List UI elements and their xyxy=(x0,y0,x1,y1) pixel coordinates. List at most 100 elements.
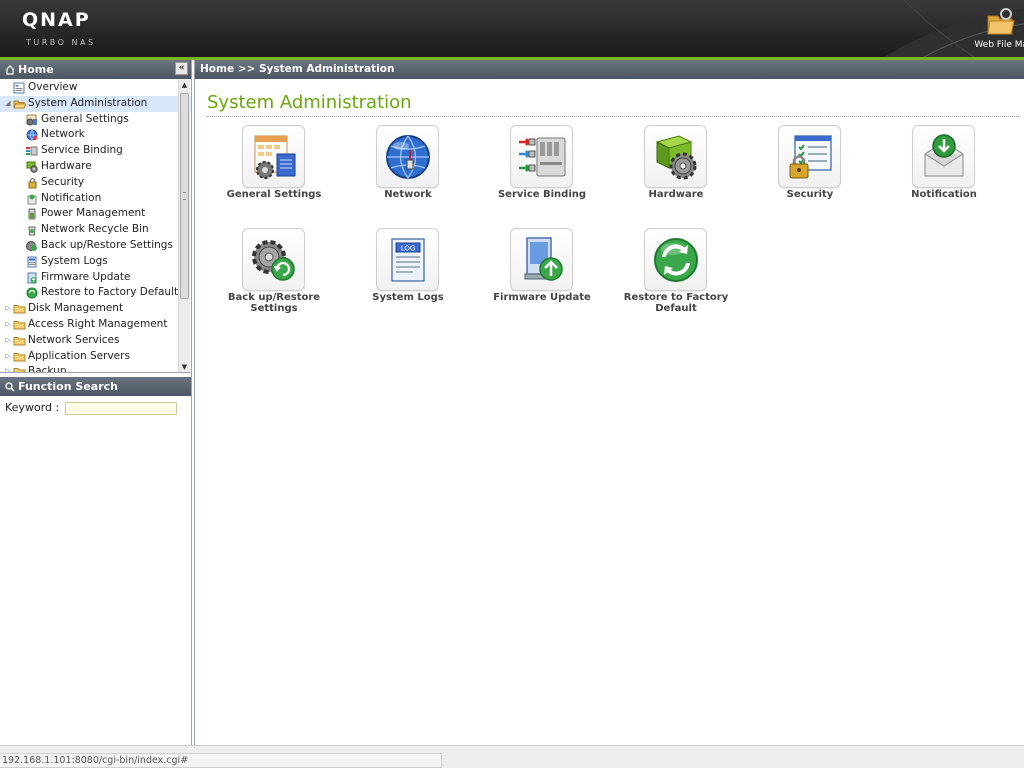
notification-icon xyxy=(26,193,38,205)
page-title: System Administration xyxy=(207,92,412,113)
tile-label: System Logs xyxy=(372,292,444,303)
main-content: Home >> System Administration System Adm… xyxy=(194,60,1024,745)
tree-item-label: Restore to Factory Default xyxy=(41,286,179,299)
search-icon xyxy=(5,379,15,398)
hardware-icon xyxy=(26,161,38,173)
tile-label: Security xyxy=(786,189,834,200)
navigation-tree: Overview ◢ System Administration General… xyxy=(0,79,191,372)
tree-item-system-logs[interactable]: System Logs xyxy=(0,254,191,270)
tile-system-logs[interactable]: LOG System Logs xyxy=(341,226,475,322)
tree-item-label: System Administration xyxy=(28,96,148,109)
function-search-title: Function Search xyxy=(18,380,118,393)
collapse-sidebar-button[interactable]: « xyxy=(175,62,188,75)
service-binding-icon xyxy=(510,125,573,188)
collapsed-arrow-icon[interactable]: ▷ xyxy=(4,317,12,333)
tile-general-settings[interactable]: General Settings xyxy=(207,123,341,219)
tree-item-label: Overview xyxy=(28,81,78,93)
hardware-gear-icon xyxy=(644,125,707,188)
restore-factory-icon xyxy=(644,228,707,291)
tree-item-label: Security xyxy=(41,175,85,188)
tree-item-label: General Settings xyxy=(41,112,129,125)
folder-open-icon xyxy=(13,98,27,110)
tile-hardware[interactable]: Hardware xyxy=(609,123,743,219)
keyword-label: Keyword : xyxy=(5,401,60,414)
folder-icon xyxy=(13,351,26,363)
tree-scrollbar[interactable]: ▲ ▼ xyxy=(178,79,190,372)
tile-notification[interactable]: Notification xyxy=(877,123,1011,219)
tree-item-firmware-update[interactable]: Firmware Update xyxy=(0,270,191,286)
tree-item-network[interactable]: Network xyxy=(0,127,191,143)
tree-item-label: Disk Management xyxy=(28,302,124,315)
tree-item-network-recycle-bin[interactable]: Network Recycle Bin xyxy=(0,222,191,238)
tree-item-security[interactable]: Security xyxy=(0,175,191,191)
collapsed-arrow-icon[interactable]: ▷ xyxy=(4,301,12,317)
tree-item-general-settings[interactable]: General Settings xyxy=(0,112,191,128)
tree-item-power-management[interactable]: Power Management xyxy=(0,206,191,222)
tree-item-label: Application Servers xyxy=(28,349,130,362)
web-file-manager-label: Web File Ma xyxy=(974,40,1024,50)
svg-text:LOG: LOG xyxy=(401,245,416,253)
home-panel-header: Home « xyxy=(0,60,191,79)
expand-arrow-icon[interactable]: ◢ xyxy=(4,96,12,112)
tree-item-label: Power Management xyxy=(41,207,146,220)
notification-mail-icon xyxy=(912,125,975,188)
tree-item-label: Access Right Management xyxy=(28,317,168,330)
tree-item-system-administration[interactable]: ◢ System Administration xyxy=(0,95,191,112)
collapsed-arrow-icon[interactable]: ▷ xyxy=(4,333,12,349)
scrollbar-thumb[interactable] xyxy=(180,93,189,299)
tile-security[interactable]: Security xyxy=(743,123,877,219)
collapsed-arrow-icon[interactable]: ▷ xyxy=(4,364,12,372)
tile-label: Restore to Factory Default xyxy=(623,292,729,314)
restore-icon xyxy=(26,287,38,299)
tree-item-notification[interactable]: Notification xyxy=(0,191,191,207)
tile-label: Hardware xyxy=(648,189,704,200)
qnap-logo: QNAP xyxy=(22,9,91,31)
scroll-up-arrow-icon[interactable]: ▲ xyxy=(179,79,190,91)
home-panel-title: Home xyxy=(18,63,54,76)
folder-icon xyxy=(13,319,26,331)
tree-item-label: Hardware xyxy=(41,159,92,172)
tree-item-disk-management[interactable]: ▷ Disk Management xyxy=(0,301,191,317)
tile-backup-restore-settings[interactable]: Back up/Restore Settings xyxy=(207,226,341,322)
function-search-body: Keyword : xyxy=(0,396,191,420)
recycle-bin-icon xyxy=(26,224,38,236)
network-globe-icon xyxy=(376,125,439,188)
tree-item-hardware[interactable]: Hardware xyxy=(0,159,191,175)
navigation-tree-container: Overview ◢ System Administration General… xyxy=(0,79,191,373)
scroll-down-arrow-icon[interactable]: ▼ xyxy=(179,361,190,372)
tile-label: Notification xyxy=(911,189,977,200)
tree-item-service-binding[interactable]: Service Binding xyxy=(0,143,191,159)
overview-icon xyxy=(13,82,25,94)
tree-item-backup-restore-settings[interactable]: Back up/Restore Settings xyxy=(0,238,191,254)
turbo-nas-subtitle: TURBO NAS xyxy=(26,38,96,47)
tree-item-label: Back up/Restore Settings xyxy=(41,238,173,251)
general-settings-icon xyxy=(26,114,38,126)
tile-firmware-update[interactable]: Firmware Update xyxy=(475,226,609,322)
folder-icon xyxy=(13,303,26,315)
tree-item-access-right-management[interactable]: ▷ Access Right Management xyxy=(0,317,191,333)
tile-service-binding[interactable]: Service Binding xyxy=(475,123,609,219)
tree-item-label: Network Recycle Bin xyxy=(41,223,149,236)
tree-item-restore-factory-default[interactable]: Restore to Factory Default xyxy=(0,285,191,301)
tile-label: Network xyxy=(384,189,432,200)
tree-item-overview[interactable]: Overview xyxy=(0,80,191,96)
tree-item-application-servers[interactable]: ▷ Application Servers xyxy=(0,349,191,365)
breadcrumb: Home >> System Administration xyxy=(195,60,1024,79)
tile-label: General Settings xyxy=(226,189,322,200)
keyword-input[interactable] xyxy=(64,401,177,415)
tree-item-network-services[interactable]: ▷ Network Services xyxy=(0,333,191,349)
browser-status-bar: 192.168.1.101:8080/cgi-bin/index.cgi# xyxy=(0,745,1024,768)
tree-item-label: Network xyxy=(41,128,85,141)
collapsed-arrow-icon[interactable]: ▷ xyxy=(4,349,12,365)
network-icon xyxy=(26,129,38,142)
web-file-manager-button[interactable]: Web File Ma xyxy=(972,4,1024,54)
tree-item-backup[interactable]: ▷ Backup xyxy=(0,364,191,372)
tile-restore-factory-default[interactable]: Restore to Factory Default xyxy=(609,226,743,322)
folder-icon xyxy=(13,366,26,372)
logs-icon xyxy=(26,256,38,268)
title-divider xyxy=(207,116,1019,117)
tile-network[interactable]: Network xyxy=(341,123,475,219)
firmware-icon xyxy=(26,272,38,284)
top-header: QNAP TURBO NAS Web File Ma xyxy=(0,0,1024,57)
firmware-update-icon xyxy=(510,228,573,291)
